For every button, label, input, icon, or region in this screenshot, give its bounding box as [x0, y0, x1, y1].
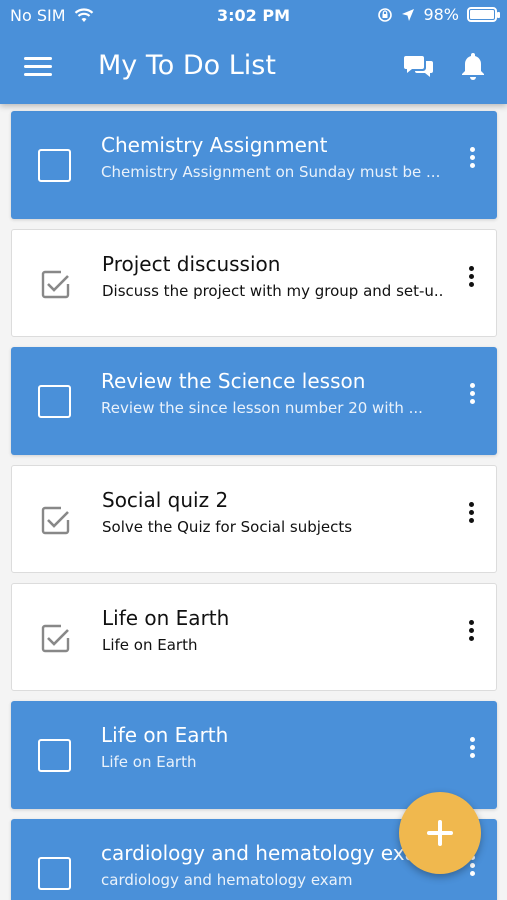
todo-title: Project discussion: [102, 252, 281, 276]
todo-description: Review the since lesson number 20 with .…: [101, 399, 423, 417]
more-options-icon[interactable]: [467, 737, 477, 767]
top-bar: No SIM 3:02 PM 98% My To Do List: [0, 0, 507, 104]
todo-item[interactable]: Life on Earth Life on Earth: [11, 701, 497, 809]
battery-fill: [470, 10, 494, 19]
todo-description: Life on Earth: [102, 636, 198, 654]
todo-description: Chemistry Assignment on Sunday must be .…: [101, 163, 441, 181]
more-options-icon[interactable]: [466, 620, 476, 650]
todo-description: Life on Earth: [101, 753, 197, 771]
app-bar: My To Do List: [0, 32, 507, 104]
unchecked-checkbox[interactable]: [38, 739, 71, 772]
todo-item[interactable]: Chemistry Assignment Chemistry Assignment…: [11, 111, 497, 219]
add-todo-button[interactable]: [399, 792, 481, 874]
todo-title: Social quiz 2: [102, 488, 229, 512]
unchecked-checkbox[interactable]: [38, 857, 71, 890]
location-arrow-icon: [402, 8, 415, 21]
hamburger-menu-icon[interactable]: [24, 54, 52, 78]
battery-percent: 98%: [423, 5, 459, 24]
more-options-icon[interactable]: [466, 266, 476, 296]
todo-description: cardiology and hematology exam: [101, 871, 353, 889]
todo-title: Chemistry Assignment: [101, 133, 328, 157]
battery-icon: [467, 7, 500, 22]
todo-description: Solve the Quiz for Social subjects: [102, 518, 353, 536]
todo-title: Life on Earth: [101, 723, 229, 747]
todo-title: Review the Science lesson: [101, 369, 366, 393]
checked-checkbox[interactable]: [39, 268, 72, 301]
todo-list: Chemistry Assignment Chemistry Assignment…: [11, 111, 497, 900]
checkmark-box-icon: [41, 506, 70, 535]
checked-checkbox[interactable]: [39, 622, 72, 655]
more-options-icon[interactable]: [467, 383, 477, 413]
todo-item[interactable]: Social quiz 2 Solve the Quiz for Social s…: [11, 465, 497, 573]
todo-title: Life on Earth: [102, 606, 230, 630]
more-options-icon[interactable]: [467, 147, 477, 177]
todo-item[interactable]: Project discussion Discuss the project wi…: [11, 229, 497, 337]
todo-description: Discuss the project with my group and se…: [102, 282, 442, 300]
todo-item[interactable]: Review the Science lesson Review the sinc…: [11, 347, 497, 455]
bell-icon[interactable]: [458, 50, 488, 82]
page-title: My To Do List: [98, 50, 276, 81]
orientation-lock-icon: [378, 7, 393, 22]
unchecked-checkbox[interactable]: [38, 385, 71, 418]
todo-item[interactable]: Life on Earth Life on Earth: [11, 583, 497, 691]
more-options-icon[interactable]: [466, 502, 476, 532]
unchecked-checkbox[interactable]: [38, 149, 71, 182]
checkmark-box-icon: [41, 624, 70, 653]
checked-checkbox[interactable]: [39, 504, 72, 537]
status-bar: No SIM 3:02 PM 98%: [0, 0, 507, 32]
checkmark-box-icon: [41, 270, 70, 299]
todo-title: cardiology and hematology exam: [101, 841, 437, 865]
chat-bubbles-icon[interactable]: [403, 52, 435, 80]
